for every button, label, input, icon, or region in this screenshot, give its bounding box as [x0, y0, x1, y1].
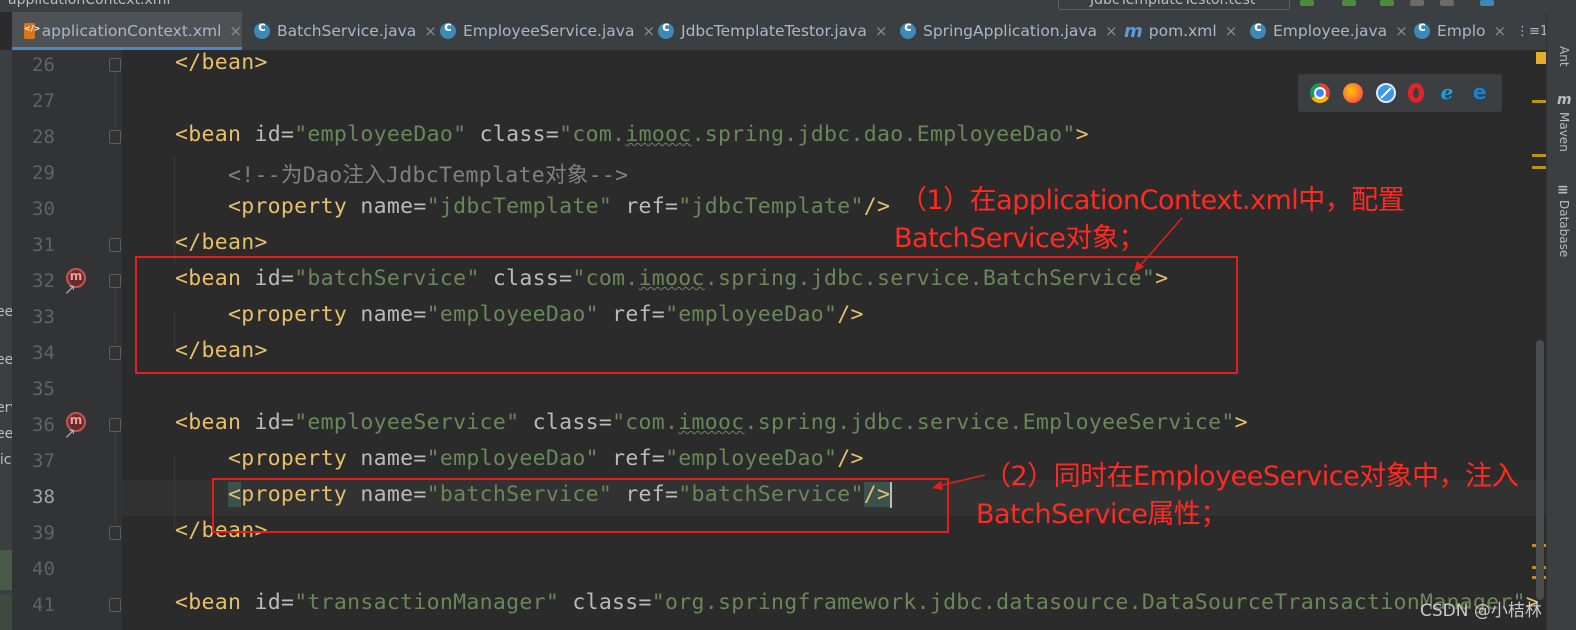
annotation-note-1: （1）在applicationContext.xml中，配置 [900, 185, 1405, 216]
annotation-arrow [1139, 217, 1183, 267]
error-stripe-marker[interactable] [1532, 154, 1546, 157]
watermark: CSDN @小桔林 [1420, 601, 1542, 621]
annotation-note-1-cont: BatchService对象； [894, 223, 1145, 254]
chrome-icon[interactable] [1310, 83, 1331, 103]
analysis-status-icon[interactable] [1536, 52, 1546, 64]
firefox-icon[interactable] [1342, 83, 1363, 103]
error-stripe-marker[interactable] [1532, 100, 1546, 103]
browser-preview-bar: e e [1298, 74, 1502, 112]
database-icon: ≡ [1557, 182, 1569, 198]
annotation-arrow [937, 474, 986, 487]
maven-tool-button[interactable]: Maven [1557, 112, 1571, 152]
annotation-note-2-cont: BatchService属性； [976, 499, 1227, 530]
internet-explorer-icon[interactable]: e [1437, 82, 1457, 103]
maven-icon: m [1557, 92, 1572, 108]
annotation-note-2: （2）同时在EmployeeService对象中，注入 [984, 461, 1519, 492]
safari-icon[interactable] [1375, 83, 1396, 103]
error-stripe-marker[interactable] [1532, 166, 1546, 169]
ant-tool-button[interactable]: Ant [1557, 46, 1571, 67]
edge-icon[interactable]: e [1470, 82, 1490, 103]
right-tool-strip: Ant m Maven ≡ Database [1546, 12, 1576, 630]
annotation-arrowhead [932, 481, 943, 490]
database-tool-button[interactable]: Database [1557, 200, 1571, 257]
vertical-scrollbar[interactable] [1536, 340, 1544, 600]
opera-icon[interactable] [1408, 83, 1424, 103]
